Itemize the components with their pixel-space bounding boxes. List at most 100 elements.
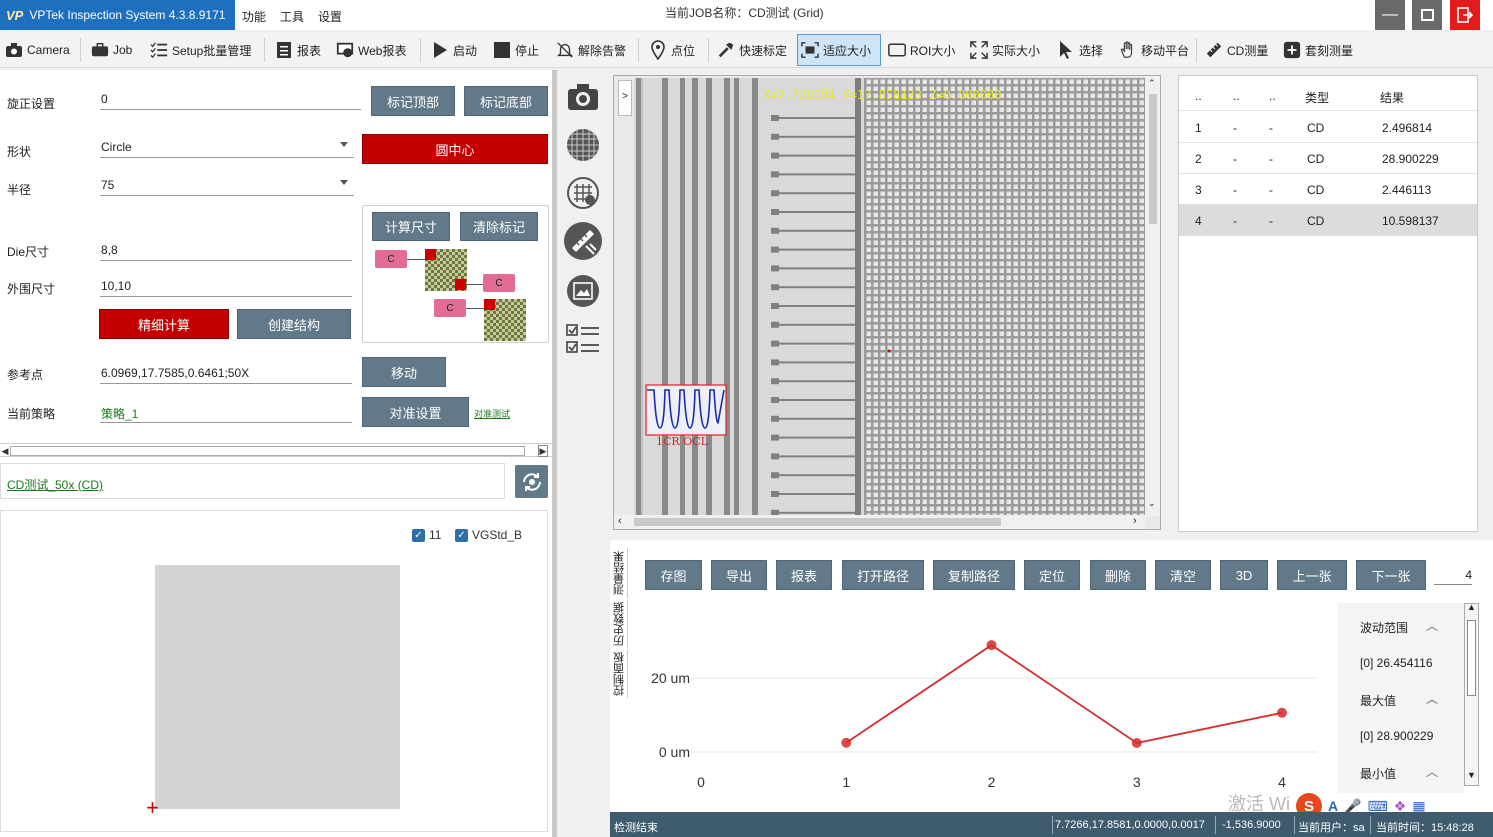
report-button[interactable]: 报表 [776,560,832,590]
table-row[interactable]: 2 - - CD 28.900229 [1179,143,1477,174]
chevron-right-icon[interactable]: ▶ [538,445,548,457]
save-image-button[interactable]: 存图 [645,560,702,590]
export-button[interactable]: 导出 [711,560,767,590]
image-viewer[interactable]: > 1CR OCL ⌃ ⌄ ‹ › [613,75,1161,530]
checkbox-11[interactable]: ✓ 11 [412,528,441,542]
locate-button[interactable]: 定位 [1024,560,1080,590]
viewer-hscrollbar[interactable]: ‹ › [614,515,1145,529]
outer-size-input[interactable]: 10,10 [100,275,352,297]
tab-history[interactable]: 历史数据 [612,600,628,648]
scroll-thumb[interactable] [634,518,1001,526]
refresh-button[interactable] [515,465,548,498]
align-test-link[interactable]: 对准测试 [474,407,510,420]
report-button[interactable]: 报表 [272,34,324,66]
measure-tool-button[interactable] [564,222,602,260]
ref-point-input[interactable]: 6.0969,17.7585,0.6461;50X [100,362,352,384]
expand-panel-button[interactable]: > [618,80,632,116]
chevron-right-icon[interactable]: › [1133,515,1137,527]
scroll-thumb[interactable] [1149,94,1157,224]
rotation-input[interactable]: 0 [100,88,361,110]
delete-button[interactable]: 删除 [1090,560,1146,590]
mark-top-button[interactable]: 标记顶部 [371,86,455,116]
menu-tools[interactable]: 工具 [280,8,304,25]
settings-hscrollbar[interactable]: ◀ ▶ [0,443,552,457]
stat-group-header[interactable]: 最大值 ︿ [1338,680,1464,716]
maximize-icon [1420,9,1434,21]
die-size-input[interactable]: 8,8 [100,239,352,261]
stat-group-header[interactable]: 最小值 ︿ [1338,753,1464,789]
calc-size-button[interactable]: 计算尺寸 [372,212,450,241]
maximize-button[interactable] [1412,0,1442,30]
setup-batch-button[interactable]: Setup批量管理 [147,34,254,66]
next-button[interactable]: 下一张 [1356,560,1426,590]
chevron-down-icon[interactable]: ▼ [1467,770,1476,780]
viewer-vscrollbar[interactable]: ⌃ ⌄ [1145,76,1160,516]
cd-measure-button[interactable]: CD测量 [1202,34,1271,66]
menu-function[interactable]: 功能 [242,8,266,25]
copy-path-button[interactable]: 复制路径 [933,560,1015,590]
table-row[interactable]: 1 - - CD 2.496814 [1179,112,1477,143]
fit-size-button[interactable]: 适应大小 [797,34,881,66]
tab-measure-results[interactable]: 测量结果 [612,548,628,598]
menu-settings[interactable]: 设置 [318,8,342,25]
align-settings-button[interactable]: 对准设置 [362,397,469,427]
preview-canvas[interactable] [155,565,400,809]
job-button[interactable]: Job [88,34,135,66]
stat-group-header[interactable]: 波动范围 ︿ [1338,607,1464,643]
radius-select[interactable]: 75 [100,174,354,196]
open-path-button[interactable]: 打开路径 [842,560,924,590]
chevron-left-icon[interactable]: ‹ [618,515,622,527]
3d-button[interactable]: 3D [1220,560,1268,590]
exit-button[interactable] [1450,0,1480,30]
panel-splitter[interactable] [552,70,557,837]
create-structure-button[interactable]: 创建结构 [237,309,351,339]
layout-view-button[interactable] [564,174,602,212]
web-report-button[interactable]: Web报表 [333,34,409,66]
clear-marks-button[interactable]: 清除标记 [460,212,538,241]
previous-button[interactable]: 上一张 [1277,560,1347,590]
table-row[interactable]: 4 - - CD 10.598137 [1179,205,1477,236]
stats-scrollbar[interactable]: ▲ ▼ [1464,602,1479,786]
report-icon [275,41,293,59]
move-stage-button[interactable]: 移动平台 [1116,34,1192,66]
roi-size-button[interactable]: ROI大小 [885,34,958,66]
tab-control-panel[interactable]: 控制面板 [612,650,628,698]
checklist-button[interactable] [564,320,602,358]
chevron-up-icon[interactable]: ︿ [1426,617,1438,634]
point-button[interactable]: 点位 [646,34,698,66]
scroll-track[interactable] [10,446,525,456]
camera-button[interactable]: Camera [2,34,73,66]
cursor-icon [1057,41,1075,59]
start-button[interactable]: 启动 [428,34,480,66]
checkbox-vgstd[interactable]: ✓ VGStd_B [455,528,522,542]
scroll-thumb[interactable] [1467,620,1476,696]
chevron-up-icon[interactable]: ︿ [1426,763,1438,780]
grid-view-button[interactable] [564,126,602,164]
chevron-up-icon[interactable]: ⌃ [1148,78,1156,89]
overlay-measure-button[interactable]: 套刻测量 [1280,34,1356,66]
chevron-down-icon[interactable]: ⌄ [1148,498,1156,509]
chevron-left-icon[interactable]: ◀ [0,445,10,457]
select-button[interactable]: 选择 [1054,34,1106,66]
snapshot-button[interactable] [564,78,602,116]
table-cell-a: - [1233,121,1237,135]
minimize-button[interactable]: — [1375,0,1405,30]
actual-size-button[interactable]: 实际大小 [967,34,1043,66]
shape-select[interactable]: Circle [100,136,354,158]
clear-alarm-button[interactable]: 解除告警 [553,34,629,66]
clear-button[interactable]: 清空 [1155,560,1211,590]
count-input[interactable]: 4 [1434,565,1472,585]
quick-calibrate-button[interactable]: 快速标定 [714,34,790,66]
move-button[interactable]: 移动 [362,357,446,387]
table-row[interactable]: 3 - - CD 2.446113 [1179,174,1477,205]
stop-button[interactable]: 停止 [490,34,542,66]
fine-calc-button[interactable]: 精细计算 [99,309,229,339]
microscope-image[interactable]: 1CR OCL [634,78,1146,515]
image-view-button[interactable] [564,272,602,310]
cd-job-link[interactable]: CD测试_50x (CD) [7,476,103,493]
strategy-input[interactable]: 策略_1 [100,401,352,423]
mark-bottom-button[interactable]: 标记底部 [464,86,548,116]
circle-center-button[interactable]: 圆中心 [362,134,548,164]
chevron-up-icon[interactable]: ▲ [1467,602,1476,612]
chevron-up-icon[interactable]: ︿ [1426,690,1438,707]
